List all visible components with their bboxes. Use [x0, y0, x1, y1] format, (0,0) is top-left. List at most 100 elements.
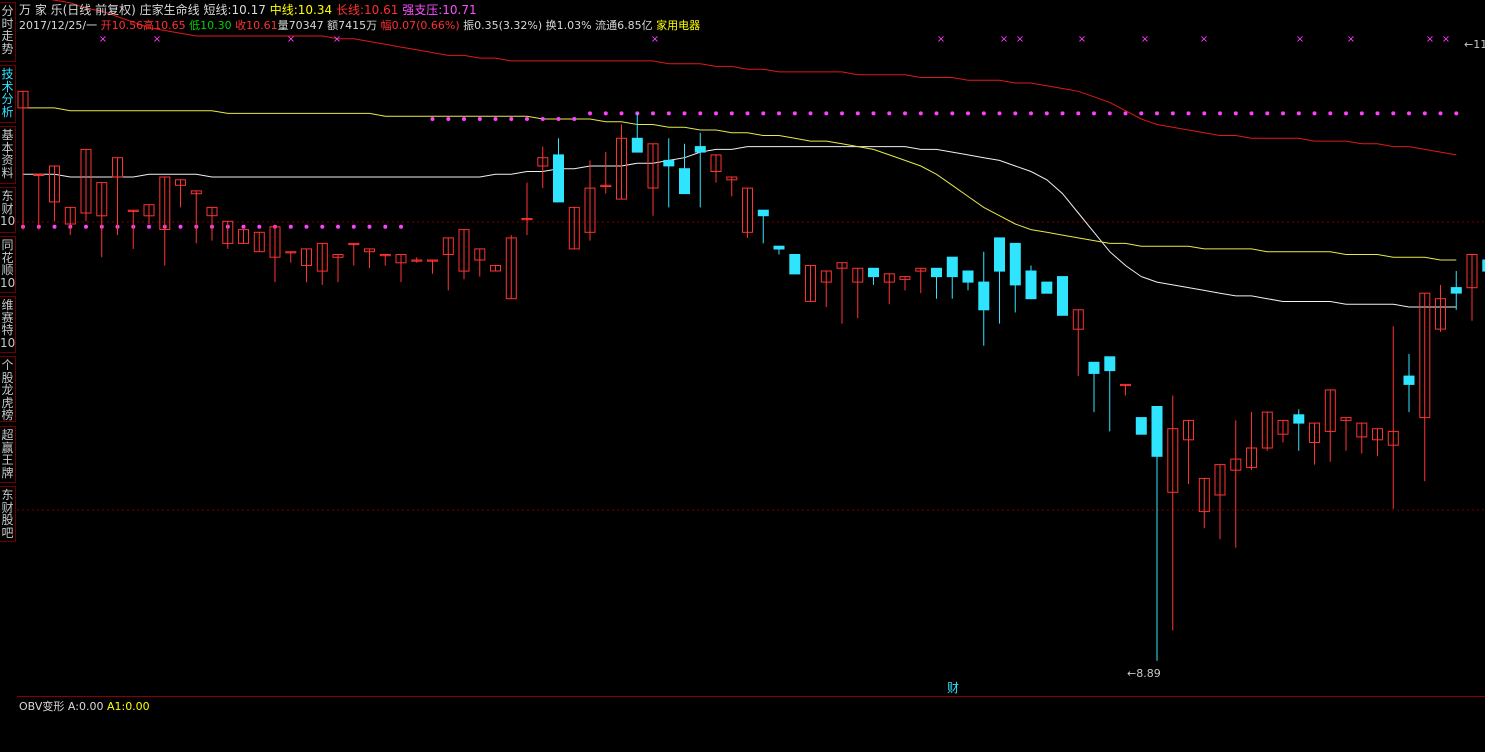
sidebar-tab-1[interactable]: 技术分析 [0, 65, 16, 123]
top-x-marker: × [937, 34, 945, 45]
top-x-marker: × [1426, 34, 1434, 45]
support-line-value: 10.71 [442, 3, 477, 17]
sector-label[interactable]: 家用电器 [656, 19, 700, 32]
support-dot [1359, 111, 1364, 116]
sidebar-tab-5[interactable]: 维赛特10 [0, 296, 16, 353]
support-dot [761, 111, 766, 116]
support-dot [1249, 111, 1254, 116]
support-dot [304, 224, 309, 229]
support-dot [556, 117, 561, 121]
support-dot [1107, 111, 1112, 116]
sidebar-tab-6[interactable]: 个股龙虎榜 [0, 356, 16, 422]
finance-marker[interactable]: 财 [947, 681, 959, 695]
candle-body [1041, 281, 1053, 294]
support-dot [1155, 111, 1159, 116]
support-dot [1344, 111, 1348, 116]
amount-label: 额 [327, 19, 339, 32]
sidebar-tab-4[interactable]: 同花顺10 [0, 236, 16, 293]
sidebar-tab-7[interactable]: 超赢王牌 [0, 426, 16, 483]
candle-body [1151, 406, 1163, 457]
quote-bar: 2017/12/25/一 开10.56高10.65 低10.30 收10.61量… [19, 19, 700, 32]
float-value: 6.85亿 [617, 19, 653, 32]
support-dot [1375, 111, 1380, 116]
support-dot [666, 111, 671, 116]
turnover-value: 1.03% [556, 19, 592, 32]
support-dot [603, 111, 608, 116]
open-value: 10.56 [111, 19, 144, 32]
support-dot [1060, 111, 1065, 116]
candle-body [946, 256, 958, 278]
support-dot [241, 224, 246, 229]
support-dot [1013, 111, 1018, 116]
support-dot [1422, 111, 1427, 116]
candle-body [868, 267, 879, 278]
support-dot [462, 117, 466, 121]
change-label: 幅 [380, 19, 392, 32]
top-x-marker: × [1296, 34, 1304, 45]
support-dot [1029, 111, 1033, 116]
sidebar-tab-0[interactable]: 分时走势 [0, 2, 16, 62]
support-dot [147, 224, 151, 229]
close-value: 10.61 [246, 19, 278, 32]
kline-chart[interactable]: × × × × × × × × × × × × × × × ←8.89 ←11 财 [17, 0, 1485, 752]
support-dot [840, 111, 844, 116]
support-dot [934, 111, 939, 116]
top-x-marker: × [1078, 34, 1086, 45]
sidebar-tab-8[interactable]: 东财股吧 [0, 486, 16, 542]
series-line-0 [23, 146, 1457, 308]
support-dot [288, 224, 293, 229]
candle-body [994, 237, 1005, 272]
series-line-1 [23, 107, 1457, 261]
support-dot [540, 117, 545, 121]
short-line-value: 10.17 [231, 3, 266, 17]
sidebar-tab-3[interactable]: 东财10 [0, 187, 16, 233]
support-dot [257, 224, 262, 229]
long-line-value: 10.61 [364, 3, 399, 17]
support-dot [714, 111, 718, 116]
support-dot [1092, 111, 1096, 116]
candle-body [1293, 414, 1305, 424]
chart-panel[interactable]: × × × × × × × × × × × × × × × ←8.89 ←11 财 万 家 乐(日线 前复权) 庄… [17, 0, 1485, 752]
support-dot [351, 224, 356, 229]
support-dot [84, 224, 88, 229]
top-x-marker: × [1141, 34, 1149, 45]
support-dot [792, 111, 797, 116]
support-dot [1391, 111, 1396, 116]
support-dot [572, 117, 577, 121]
sidebar-tab-2[interactable]: 基本资料 [0, 126, 16, 184]
turnover-label: 换 [545, 19, 557, 32]
obv-a1-value: 0.00 [125, 700, 150, 713]
support-dot [178, 224, 183, 229]
support-dot [1044, 111, 1049, 116]
amount-value: 7415万 [338, 19, 378, 32]
support-dot [698, 111, 703, 116]
support-dot [729, 111, 734, 116]
close-label: 收 [235, 19, 247, 32]
indicator-header: 万 家 乐(日线 前复权) 庄家生命线 短线:10.17 中线:10.34 长线… [19, 3, 477, 17]
low-label: 低 [189, 19, 201, 32]
volume-label: 量 [277, 19, 289, 32]
support-dot [950, 111, 955, 116]
high-value: 10.65 [154, 19, 186, 32]
support-dot [1218, 111, 1222, 116]
candle-body [1135, 417, 1147, 435]
float-label: 流通 [595, 19, 618, 32]
candle-body [1088, 361, 1100, 374]
obv-title: OBV变形 [19, 700, 65, 713]
top-x-marker: × [99, 34, 107, 45]
amplitude-value: 0.35(3.32%) [474, 19, 543, 32]
obv-a-value: 0.00 [78, 700, 104, 713]
support-dot [1438, 111, 1443, 116]
support-dot [619, 111, 624, 116]
candle-body [553, 154, 564, 203]
top-x-marker: × [1347, 34, 1355, 45]
candle-body [931, 267, 942, 278]
support-dot [1076, 111, 1081, 116]
candle-body [1450, 287, 1462, 294]
candle-body [1104, 356, 1116, 372]
top-x-marker: × [651, 34, 659, 45]
support-dot [918, 111, 923, 116]
support-dot [320, 224, 325, 229]
quote-date: 2017/12/25/一 [19, 19, 98, 32]
support-dot [383, 224, 388, 229]
